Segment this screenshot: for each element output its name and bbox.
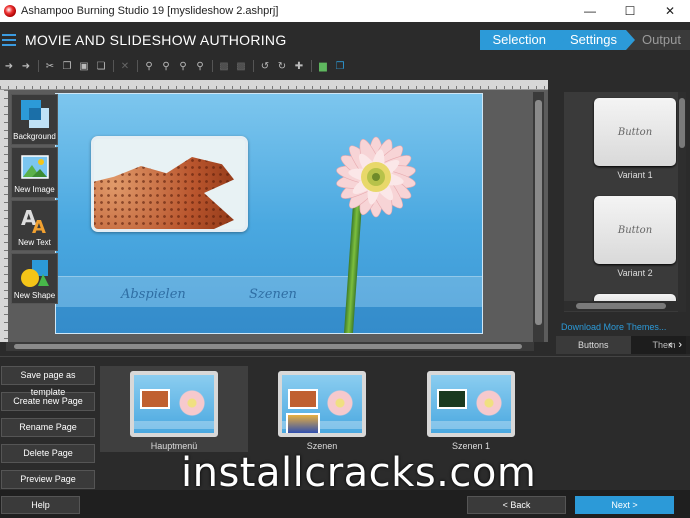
svg-text:A: A [32,217,46,235]
image-icon [20,152,50,182]
step-settings[interactable]: Settings [554,30,635,50]
new-text-tool-label: New Text [18,238,51,247]
page-actions: Save page as template Create new Page Re… [1,366,96,496]
background-tool-label: Background [13,132,56,141]
cut-icon[interactable]: ✂ [43,59,57,73]
vertical-ruler [0,90,8,342]
background-icon [20,99,50,129]
rotate-right-icon[interactable]: ↻ [275,59,289,73]
layers-icon[interactable]: ❐ [333,59,347,73]
variant-2-thumbnail[interactable]: Button [594,196,676,264]
maximize-button[interactable]: ☐ [610,0,650,22]
step-settings-label: Settings [569,32,617,47]
themes-vertical-scrollbar[interactable] [678,92,686,312]
help-button[interactable]: Help [1,496,80,514]
new-shape-tool[interactable]: New Shape [11,253,58,304]
undo-icon[interactable]: ➜ [2,59,16,73]
themes-horizontal-scrollbar[interactable] [564,301,678,311]
page-hauptmenu[interactable]: Hauptmenü [100,366,248,452]
page-thumbnail [278,371,366,437]
download-themes-link[interactable]: Download More Themes... [561,322,666,332]
horizontal-ruler [0,80,548,90]
new-shape-tool-label: New Shape [13,291,56,300]
step-output-label: Output [641,32,681,47]
shape-icon [20,258,50,288]
divider [0,356,690,357]
menu-icon[interactable] [2,31,16,49]
new-image-tool-label: New Image [14,185,55,194]
step-output[interactable]: Output [625,30,690,50]
zoom-fit-icon[interactable]: ⚲ [176,59,190,73]
delete-icon[interactable]: ✕ [118,59,132,73]
page-thumbnail [427,371,515,437]
send-back-icon[interactable]: ▩ [234,59,248,73]
delete-page-button[interactable]: Delete Page [1,444,95,463]
menu-page-preview[interactable]: Abspielen Szenen [55,93,483,334]
app-window: Ashampoo Burning Studio 19 [myslideshow … [0,0,690,518]
save-template-button[interactable]: Save page as template [1,366,95,397]
rename-page-button[interactable]: Rename Page [1,418,95,437]
app-logo-icon [4,5,16,17]
rotate-left-icon[interactable]: ↺ [258,59,272,73]
menu-item-scenes[interactable]: Szenen [249,287,297,302]
theme-variants-list: Button Variant 1 Button Variant 2 [564,92,684,312]
zoom-out-icon[interactable]: ⚲ [159,59,173,73]
menu-band-lower [56,307,482,333]
toolbar: ➜ ➜ ✂ ❐ ▣ ❏ ✕ ⚲ ⚲ ⚲ ⚲ ▩ ▩ ↺ ↻ ✚ ▆ ❐ [0,58,690,74]
themes-panel: Button Variant 1 Button Variant 2 Downlo… [556,84,690,354]
variant-2-button-text: Button [617,225,653,236]
wizard-steps: Selection Settings Output [479,30,690,50]
back-button[interactable]: < Back [467,496,566,514]
canvas-vertical-scrollbar[interactable] [533,92,544,342]
redo-icon[interactable]: ➜ [19,59,33,73]
step-selection[interactable]: Selection [479,30,564,50]
editor-canvas[interactable]: Abspielen Szenen [8,90,548,342]
page-szenen[interactable]: Szenen [248,366,396,452]
zoom-in-icon[interactable]: ⚲ [142,59,156,73]
background-tool[interactable]: Background [11,94,58,145]
header: MOVIE AND SLIDESHOW AUTHORING Selection … [0,22,690,58]
minimize-button[interactable]: — [570,0,610,22]
variant-2-label: Variant 2 [617,268,653,278]
tab-nav-arrows-icon[interactable]: ‹› [669,339,688,351]
zoom-reset-icon[interactable]: ⚲ [193,59,207,73]
create-page-button[interactable]: Create new Page [1,392,95,411]
variant-1-thumbnail[interactable]: Button [594,98,676,166]
new-image-tool[interactable]: New Image [11,147,58,198]
insert-tools: Background New Image AA New Text New Sha… [11,94,60,306]
variant-1-button-text: Button [617,127,653,138]
canvas-horizontal-scrollbar[interactable] [6,342,534,351]
new-text-tool[interactable]: AA New Text [11,200,58,251]
preview-page-button[interactable]: Preview Page [1,470,95,489]
themes-tabs: Buttons Them ‹› [556,336,690,354]
page-strip: Hauptmenü Szenen Szenen 1 [100,366,690,452]
page-thumbnail [130,371,218,437]
menu-item-play[interactable]: Abspielen [121,287,186,302]
variant-1-label: Variant 1 [617,170,653,180]
starfish-photo[interactable] [91,136,248,232]
image-icon[interactable]: ▆ [316,59,330,73]
next-button[interactable]: Next > [575,496,674,514]
copy-icon[interactable]: ❐ [60,59,74,73]
tab-buttons[interactable]: Buttons [556,336,631,354]
page-szenen-1[interactable]: Szenen 1 [397,366,545,452]
duplicate-icon[interactable]: ❏ [94,59,108,73]
text-icon: AA [20,205,50,238]
paste-icon[interactable]: ▣ [77,59,91,73]
close-button[interactable]: ✕ [650,0,690,22]
window-title: Ashampoo Burning Studio 19 [myslideshow … [21,5,279,17]
step-selection-label: Selection [492,32,546,47]
gerbera-flower-image[interactable] [306,112,446,252]
title-bar: Ashampoo Burning Studio 19 [myslideshow … [0,0,690,22]
align-icon[interactable]: ✚ [292,59,306,73]
footer: Help < Back Next > [0,490,690,518]
bring-front-icon[interactable]: ▩ [217,59,231,73]
